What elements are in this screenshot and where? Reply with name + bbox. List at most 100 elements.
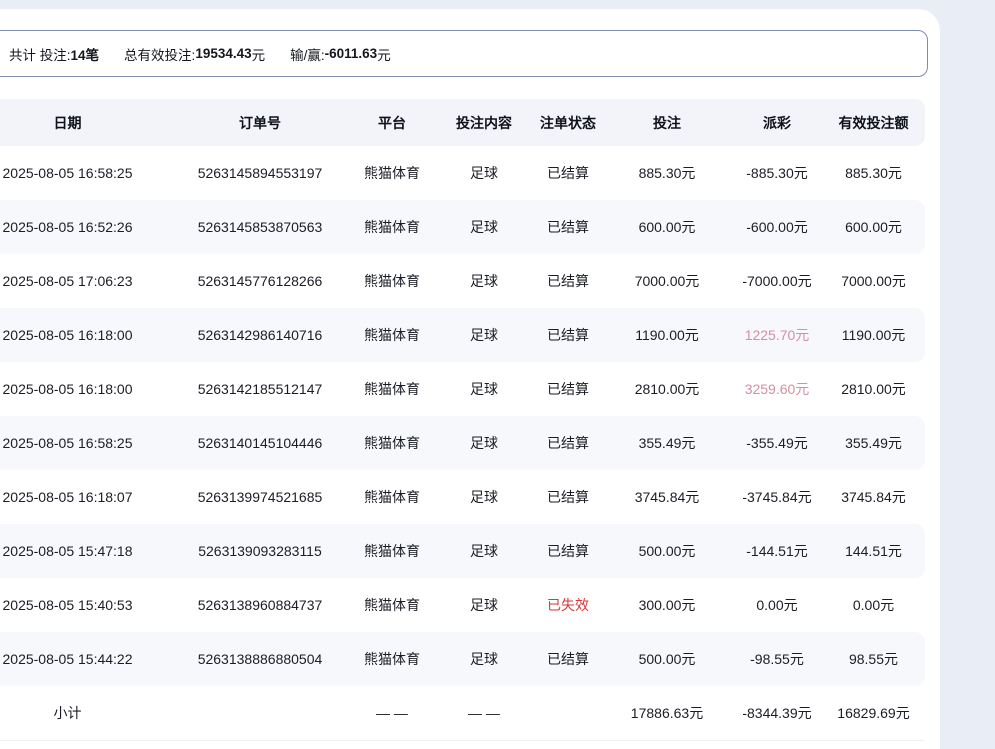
cell-bet-content: 足球 [434,379,534,399]
cell-platform: 熊猫体育 [350,379,434,399]
header-bet-content: 投注内容 [434,113,534,133]
cell-platform: 熊猫体育 [350,433,434,453]
subtotal-content-dash: — — [434,705,534,721]
cell-valid-amount: 144.51元 [822,541,925,561]
cell-valid-amount: 885.30元 [822,163,925,183]
cell-valid-amount: 0.00元 [822,595,925,615]
cell-status: 已结算 [534,163,602,183]
cell-date: 2025-08-05 16:18:07 [0,489,170,505]
cell-order-number: 5263138960884737 [170,597,350,613]
cell-bet-amount: 2810.00元 [602,379,732,399]
header-status: 注单状态 [534,113,602,133]
cell-bet-amount: 7000.00元 [602,271,732,291]
records-card: 共计 投注:14笔 总有效投注:19534.43元 输/赢:-6011.63元 … [0,9,940,749]
cell-bet-content: 足球 [434,433,534,453]
cell-status: 已结算 [534,325,602,345]
cell-platform: 熊猫体育 [350,541,434,561]
cell-status: 已失效 [534,595,602,615]
cell-bet-amount: 300.00元 [602,595,732,615]
cell-payout: -144.51元 [732,541,822,561]
summary-valid-unit: 元 [252,44,266,64]
cell-bet-content: 足球 [434,487,534,507]
table-row: 2025-08-05 16:18:00 5263142185512147 熊猫体… [0,362,925,416]
cell-bet-content: 足球 [434,325,534,345]
table-row: 2025-08-05 16:18:00 5263142986140716 熊猫体… [0,308,925,362]
cell-order-number: 5263145853870563 [170,219,350,235]
cell-bet-amount: 3745.84元 [602,487,732,507]
header-platform: 平台 [350,113,434,133]
summary-total-label: 共计 投注: [9,44,71,64]
cell-bet-amount: 600.00元 [602,217,732,237]
summary-winloss-label: 输/赢: [290,44,325,64]
cell-status: 已结算 [534,487,602,507]
cell-order-number: 5263139093283115 [170,543,350,559]
cell-date: 2025-08-05 16:52:26 [0,219,170,235]
cell-order-number: 5263145776128266 [170,273,350,289]
cell-order-number: 5263139974521685 [170,489,350,505]
cell-order-number: 5263138886880504 [170,651,350,667]
cell-status: 已结算 [534,433,602,453]
cell-payout: 0.00元 [732,595,822,615]
subtotal-valid-amount: 16829.69元 [822,703,925,723]
cell-payout: -600.00元 [732,217,822,237]
cell-date: 2025-08-05 15:47:18 [0,543,170,559]
cell-bet-content: 足球 [434,595,534,615]
subtotal-label: 小计 [0,703,170,723]
cell-valid-amount: 1190.00元 [822,325,925,345]
cell-platform: 熊猫体育 [350,595,434,615]
cell-payout: -355.49元 [732,433,822,453]
cell-bet-amount: 500.00元 [602,649,732,669]
cell-bet-content: 足球 [434,163,534,183]
cell-order-number: 5263142986140716 [170,327,350,343]
table-row: 2025-08-05 15:47:18 5263139093283115 熊猫体… [0,524,925,578]
cell-valid-amount: 7000.00元 [822,271,925,291]
cell-date: 2025-08-05 16:58:25 [0,435,170,451]
table-row: 2025-08-05 15:40:53 5263138960884737 熊猫体… [0,578,925,632]
cell-valid-amount: 2810.00元 [822,379,925,399]
cell-date: 2025-08-05 15:40:53 [0,597,170,613]
cell-valid-amount: 3745.84元 [822,487,925,507]
cell-order-number: 5263142185512147 [170,381,350,397]
subtotal-bet-amount: 17886.63元 [602,703,732,723]
header-order-number: 订单号 [170,113,350,133]
cell-bet-amount: 1190.00元 [602,325,732,345]
cell-payout: 3259.60元 [732,379,822,399]
cell-valid-amount: 600.00元 [822,217,925,237]
cell-bet-amount: 355.49元 [602,433,732,453]
cell-platform: 熊猫体育 [350,163,434,183]
cell-date: 2025-08-05 16:58:25 [0,165,170,181]
header-payout: 派彩 [732,113,822,133]
cell-bet-content: 足球 [434,217,534,237]
cell-status: 已结算 [534,271,602,291]
table-row: 2025-08-05 16:52:26 5263145853870563 熊猫体… [0,200,925,254]
cell-bet-content: 足球 [434,271,534,291]
cell-date: 2025-08-05 16:18:00 [0,327,170,343]
cell-date: 2025-08-05 15:44:22 [0,651,170,667]
cell-payout: -7000.00元 [732,271,822,291]
table-row: 2025-08-05 16:58:25 5263140145104446 熊猫体… [0,416,925,470]
cell-payout: -3745.84元 [732,487,822,507]
cell-platform: 熊猫体育 [350,487,434,507]
table-header-row: 日期 订单号 平台 投注内容 注单状态 投注 派彩 有效投注额 [0,99,925,146]
table-row: 2025-08-05 15:44:22 5263138886880504 熊猫体… [0,632,925,686]
cell-status: 已结算 [534,649,602,669]
table-body: 2025-08-05 16:58:25 5263145894553197 熊猫体… [0,146,925,686]
subtotal-platform-dash: — — [350,705,434,721]
header-date: 日期 [0,113,170,133]
cell-platform: 熊猫体育 [350,217,434,237]
summary-winloss-unit: 元 [377,44,391,64]
cell-status: 已结算 [534,541,602,561]
cell-status: 已结算 [534,379,602,399]
cell-platform: 熊猫体育 [350,271,434,291]
cell-order-number: 5263140145104446 [170,435,350,451]
table-row: 2025-08-05 17:06:23 5263145776128266 熊猫体… [0,254,925,308]
cell-valid-amount: 355.49元 [822,433,925,453]
header-bet-amount: 投注 [602,113,732,133]
cell-payout: -98.55元 [732,649,822,669]
cell-date: 2025-08-05 16:18:00 [0,381,170,397]
cell-payout: 1225.70元 [732,325,822,345]
summary-valid-value: 19534.43 [195,46,251,61]
cell-date: 2025-08-05 17:06:23 [0,273,170,289]
subtotal-payout: -8344.39元 [732,703,822,723]
cell-platform: 熊猫体育 [350,649,434,669]
